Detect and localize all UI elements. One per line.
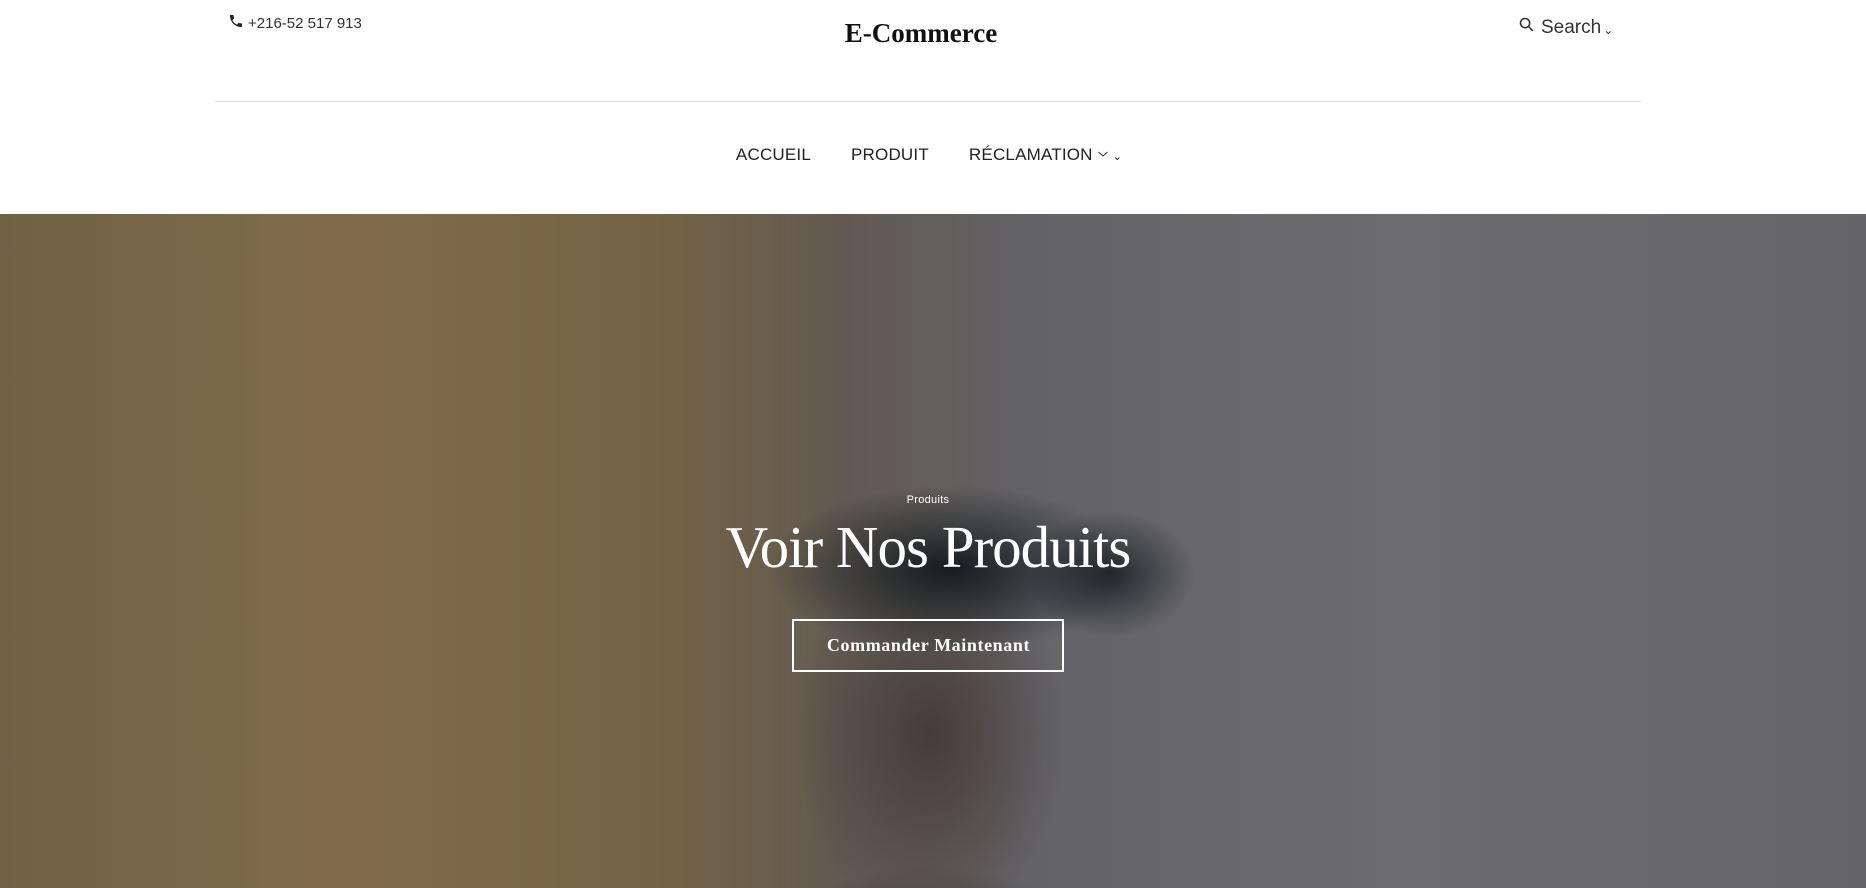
hero-banner: Produits Voir Nos Produits Commander Mai…: [0, 214, 1866, 888]
search-icon: [1518, 16, 1535, 39]
search-button[interactable]: Search ⌄: [1518, 16, 1613, 39]
nav-item-accueil[interactable]: ACCUEIL: [736, 145, 811, 165]
hero-title: Voir Nos Produits: [725, 514, 1132, 580]
order-now-button[interactable]: Commander Maintenant: [791, 619, 1065, 672]
nav-item-reclamation[interactable]: RÉCLAMATION ⌄: [969, 145, 1122, 165]
top-bar: +216-52 517 913 E-Commerce Search ⌄: [0, 0, 1866, 102]
nav-item-label: ACCUEIL: [735, 145, 812, 164]
hero-content: Produits Voir Nos Produits Commander Mai…: [0, 494, 1856, 672]
nav-item-label: RÉCLAMATION: [968, 145, 1093, 164]
chevron-down-icon: ⌄: [1112, 151, 1123, 163]
header-divider: [215, 101, 1641, 102]
main-nav: ACCUEIL PRODUIT RÉCLAMATION ⌄: [0, 145, 1866, 165]
search-label: Search: [1541, 16, 1602, 38]
hero-eyebrow: Produits: [906, 494, 950, 506]
chevron-down-icon: [1097, 145, 1109, 165]
nav-item-label: PRODUIT: [851, 145, 929, 164]
nav-item-produit[interactable]: PRODUIT: [851, 145, 929, 165]
chevron-down-icon: ⌄: [1603, 22, 1614, 37]
